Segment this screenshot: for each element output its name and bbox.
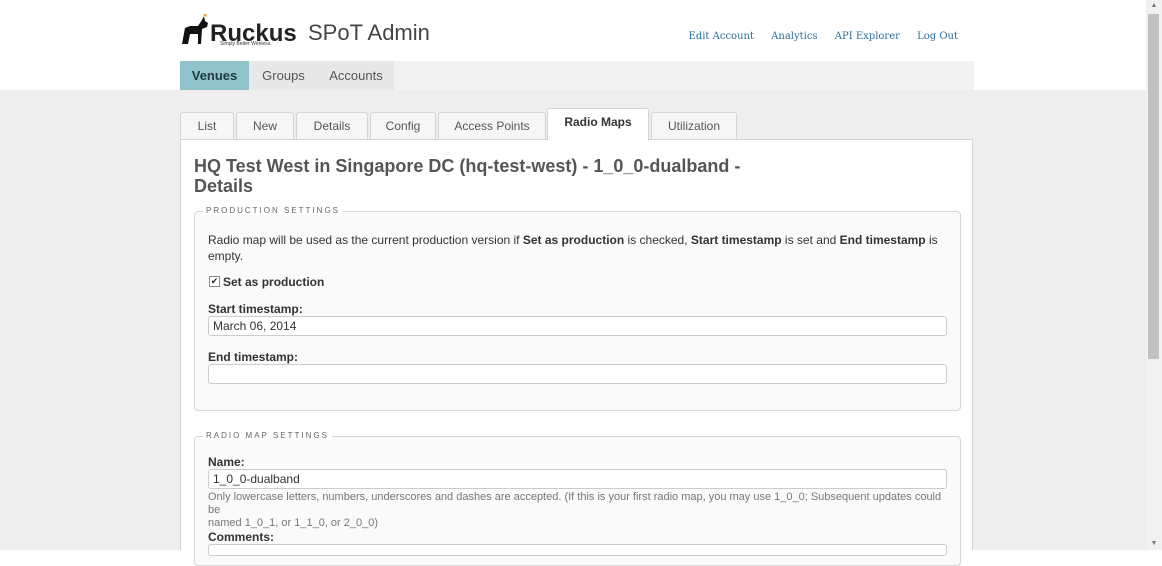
main-nav: Venues Groups Accounts — [180, 61, 974, 90]
desc-text: is checked, — [624, 233, 691, 247]
tab-details[interactable]: Details — [296, 112, 368, 140]
tab-utilization[interactable]: Utilization — [651, 112, 737, 140]
nav-tab-venues[interactable]: Venues — [180, 61, 249, 90]
set-as-production-label[interactable]: Set as production — [223, 275, 324, 289]
tab-new[interactable]: New — [236, 112, 294, 140]
start-timestamp-input[interactable]: March 06, 2014 — [208, 316, 947, 336]
end-timestamp-label: End timestamp: — [208, 350, 299, 364]
nav-tab-accounts[interactable]: Accounts — [318, 61, 394, 90]
page-title: HQ Test West in Singapore DC (hq-test-we… — [194, 156, 814, 196]
desc-bold-start-timestamp: Start timestamp — [690, 233, 782, 247]
api-explorer-link[interactable]: API Explorer — [835, 31, 900, 42]
comments-label: Comments: — [208, 530, 275, 544]
top-header: Ruckus Simply Better Wireless. SPoT Admi… — [0, 0, 1146, 90]
desc-bold-end-timestamp: End timestamp — [839, 233, 926, 247]
vertical-scrollbar[interactable]: ▲ ▼ — [1146, 0, 1162, 550]
tab-config[interactable]: Config — [370, 112, 436, 140]
set-as-production-checkbox[interactable]: ✔ — [209, 276, 220, 287]
log-out-link[interactable]: Log Out — [917, 31, 958, 42]
scrollbar-thumb[interactable] — [1148, 14, 1159, 359]
page-title-line1: HQ Test West in Singapore DC (hq-test-we… — [194, 156, 741, 176]
ruckus-dog-logo-icon — [182, 14, 208, 44]
start-timestamp-label: Start timestamp: — [208, 302, 303, 316]
help-line: named 1_0_1, or 1_1_0, or 2_0_0) — [208, 517, 379, 529]
desc-bold-set-as-production: Set as production — [522, 233, 625, 247]
end-timestamp-input[interactable] — [208, 364, 947, 384]
tab-access-points[interactable]: Access Points — [438, 112, 546, 140]
production-description: Radio map will be used as the current pr… — [208, 232, 953, 264]
scroll-down-icon[interactable]: ▼ — [1146, 538, 1162, 550]
edit-account-link[interactable]: Edit Account — [689, 31, 754, 42]
scroll-up-icon[interactable]: ▲ — [1146, 0, 1162, 12]
page-title-line2: Details — [194, 176, 254, 196]
desc-text: Radio map will be used as the current pr… — [208, 233, 523, 247]
desc-text: is set and — [781, 233, 840, 247]
radio-map-settings-legend: RADIO MAP SETTINGS — [203, 431, 332, 440]
nav-tab-groups[interactable]: Groups — [249, 61, 318, 90]
ruckus-logo[interactable]: Ruckus Simply Better Wireless. — [180, 14, 300, 50]
logo-tagline: Simply Better Wireless. — [220, 41, 272, 47]
desc-text: empty. — [208, 249, 244, 263]
production-settings-legend: PRODUCTION SETTINGS — [203, 206, 344, 215]
app-title: SPoT Admin — [308, 20, 430, 45]
desc-text: is — [925, 233, 938, 247]
name-help-text: Only lowercase letters, numbers, undersc… — [208, 491, 953, 530]
name-label: Name: — [208, 455, 245, 469]
tab-radio-maps[interactable]: Radio Maps — [547, 108, 649, 141]
checkmark-icon: ✔ — [210, 276, 219, 286]
name-input[interactable]: 1_0_0-dualband — [208, 469, 947, 489]
tab-list[interactable]: List — [180, 112, 234, 140]
analytics-link[interactable]: Analytics — [771, 31, 817, 42]
comments-input[interactable] — [208, 544, 947, 556]
help-line: Only lowercase letters, numbers, undersc… — [208, 491, 942, 516]
top-links: Edit Account Analytics API Explorer Log … — [675, 31, 958, 42]
